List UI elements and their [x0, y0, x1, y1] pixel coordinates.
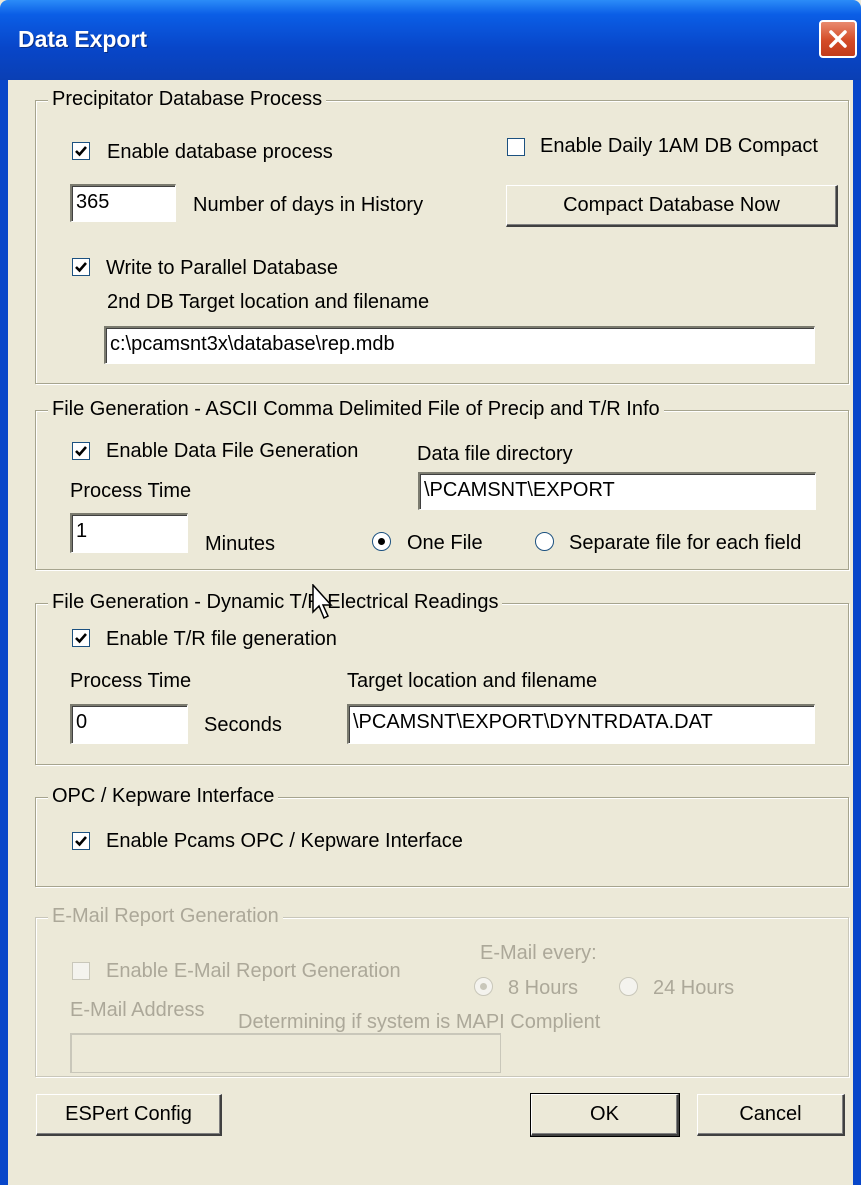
dynamic-group-legend: File Generation - Dynamic T/R Electrical…	[48, 591, 503, 614]
close-button[interactable]	[819, 20, 857, 58]
window-frame-left	[0, 80, 8, 1185]
one-file-radio[interactable]	[372, 532, 391, 551]
compact-database-button[interactable]: Compact Database Now	[506, 185, 838, 227]
checkmark-icon	[75, 836, 87, 847]
enable-compact-checkbox[interactable]	[507, 138, 525, 156]
seconds-label: Seconds	[204, 714, 282, 736]
hours8-label[interactable]: 8 Hours	[508, 977, 578, 1000]
enable-db-label[interactable]: Enable database process	[107, 141, 333, 164]
email-address-input[interactable]	[70, 1033, 501, 1073]
email-every-label: E-Mail every:	[480, 942, 597, 964]
tr-target-input[interactable]: \PCAMSNT\EXPORT\DYNTRDATA.DAT	[347, 704, 815, 744]
mouse-pointer-icon	[312, 584, 333, 620]
close-icon	[829, 30, 847, 48]
enable-opc-checkbox[interactable]	[72, 832, 90, 850]
process-time-minutes-input[interactable]: 1	[70, 513, 188, 553]
enable-tr-file-checkbox[interactable]	[72, 629, 90, 647]
precip-group-legend: Precipitator Database Process	[48, 88, 327, 111]
enable-data-file-label[interactable]: Enable Data File Generation	[106, 440, 358, 463]
one-file-label[interactable]: One File	[407, 532, 483, 555]
cancel-button[interactable]: Cancel	[697, 1094, 845, 1136]
hours24-label[interactable]: 24 Hours	[653, 977, 734, 1000]
ascii-group-legend: File Generation - ASCII Comma Delimited …	[48, 398, 664, 421]
espert-config-button[interactable]: ESPert Config	[36, 1094, 222, 1136]
radio-selected-dot	[480, 983, 487, 990]
data-file-dir-label: Data file directory	[417, 443, 573, 465]
email-address-label: E-Mail Address	[70, 999, 205, 1021]
enable-compact-label[interactable]: Enable Daily 1AM DB Compact	[540, 135, 818, 158]
enable-tr-file-label[interactable]: Enable T/R file generation	[106, 628, 337, 651]
parallel-db-label[interactable]: Write to Parallel Database	[106, 257, 338, 280]
hours8-radio[interactable]	[474, 977, 493, 996]
minutes-label: Minutes	[205, 533, 276, 555]
email-group-legend: E-Mail Report Generation	[48, 905, 283, 928]
mapi-status-text: Determining if system is MAPI Complient	[238, 1011, 601, 1033]
days-history-label: Number of days in History	[193, 194, 424, 216]
enable-db-checkbox[interactable]	[72, 142, 90, 160]
parallel-db-target-input[interactable]: c:\pcamsnt3x\database\rep.mdb	[104, 326, 815, 364]
window-frame-right	[853, 80, 861, 1185]
parallel-db-checkbox[interactable]	[72, 258, 90, 276]
ok-button[interactable]: OK	[530, 1093, 680, 1137]
enable-email-label[interactable]: Enable E-Mail Report Generation	[106, 960, 401, 983]
target-location-label: 2nd DB Target location and filename	[107, 291, 430, 313]
tr-process-time-label: Process Time	[70, 670, 192, 692]
separate-file-radio[interactable]	[535, 532, 554, 551]
data-file-dir-input[interactable]: \PCAMSNT\EXPORT	[418, 472, 816, 510]
separate-file-label[interactable]: Separate file for each field	[569, 532, 801, 555]
radio-selected-dot	[378, 538, 385, 545]
checkmark-icon	[75, 446, 87, 457]
enable-email-checkbox[interactable]	[72, 962, 90, 980]
opc-group-legend: OPC / Kepware Interface	[48, 785, 279, 808]
checkmark-icon	[75, 633, 87, 644]
enable-data-file-checkbox[interactable]	[72, 442, 90, 460]
hours24-radio[interactable]	[619, 977, 638, 996]
tr-process-time-input[interactable]: 0	[70, 704, 188, 744]
checkmark-icon	[75, 262, 87, 273]
window-title: Data Export	[18, 26, 148, 52]
enable-opc-label[interactable]: Enable Pcams OPC / Kepware Interface	[106, 830, 463, 853]
title-bar[interactable]: Data Export	[0, 0, 861, 80]
days-history-input[interactable]: 365	[70, 184, 176, 222]
tr-target-label: Target location and filename	[347, 670, 598, 692]
process-time-label: Process Time	[70, 480, 192, 502]
checkmark-icon	[75, 146, 87, 157]
